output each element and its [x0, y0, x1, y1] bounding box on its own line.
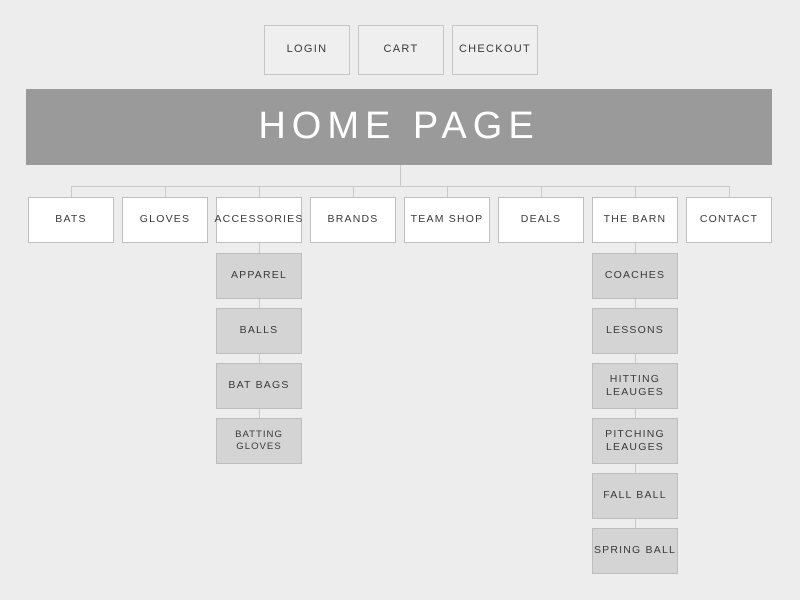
connector-hitting-pitching-leagues [635, 409, 636, 418]
nav-label: BATS [55, 213, 87, 226]
sub-box-fall-ball[interactable]: FALL BALL [592, 473, 678, 519]
sub-label-line1: HITTING [609, 372, 661, 385]
nav-label: ACCESSORIES [214, 213, 304, 226]
connector-drop-brands [353, 186, 354, 197]
connector-pitching-fall-ball [635, 464, 636, 473]
connector-balls-bat-bags [259, 354, 260, 363]
sub-label: BALLS [239, 324, 279, 337]
sub-label: PITCHING LEAUGES [605, 428, 665, 454]
sub-box-spring-ball[interactable]: SPRING BALL [592, 528, 678, 574]
nav-box-deals[interactable]: DEALS [498, 197, 584, 243]
utility-box-checkout[interactable]: CHECKOUT [452, 25, 538, 75]
connector-fall-spring-ball [635, 519, 636, 528]
connector-drop-the-barn [635, 186, 636, 197]
sub-label: APPAREL [230, 269, 288, 282]
connector-drop-contact [729, 186, 730, 197]
nav-box-team-shop[interactable]: TEAM SHOP [404, 197, 490, 243]
connector-accessories-apparel [259, 243, 260, 253]
nav-box-contact[interactable]: CONTACT [686, 197, 772, 243]
connector-bat-bags-batting-gloves [259, 409, 260, 418]
sub-label-line2: LEAUGES [605, 441, 664, 453]
sitemap-canvas: LOGIN CART CHECKOUT HOME PAGE BATS GLOVE… [0, 0, 800, 600]
sub-box-apparel[interactable]: APPAREL [216, 253, 302, 299]
nav-box-gloves[interactable]: GLOVES [122, 197, 208, 243]
sub-box-lessons[interactable]: LESSONS [592, 308, 678, 354]
connector-drop-team-shop [447, 186, 448, 197]
nav-label: GLOVES [139, 213, 191, 226]
connector-drop-bats [71, 186, 72, 197]
connector-barn-coaches [635, 243, 636, 253]
sub-label: BAT BAGS [228, 379, 290, 392]
connector-drop-deals [541, 186, 542, 197]
sub-label: FALL BALL [603, 489, 667, 502]
connector-coaches-lessons [635, 299, 636, 308]
connector-lessons-hitting-leagues [635, 354, 636, 363]
sub-label: LESSONS [605, 324, 664, 337]
connector-drop-gloves [165, 186, 166, 197]
sub-box-bat-bags[interactable]: BAT BAGS [216, 363, 302, 409]
sub-box-pitching-leagues[interactable]: PITCHING LEAUGES [592, 418, 678, 464]
sub-label: BATTING GLOVES [235, 429, 283, 452]
nav-label: BRANDS [327, 213, 379, 226]
utility-label: LOGIN [286, 43, 328, 56]
sub-box-hitting-leagues[interactable]: HITTING LEAUGES [592, 363, 678, 409]
sub-label-line1: PITCHING [605, 427, 665, 440]
sub-label: HITTING LEAUGES [606, 373, 664, 399]
nav-label: CONTACT [699, 213, 759, 226]
nav-box-bats[interactable]: BATS [28, 197, 114, 243]
nav-box-accessories[interactable]: ACCESSORIES [214, 197, 304, 243]
sub-label: COACHES [604, 269, 666, 282]
home-page-title: HOME PAGE [258, 105, 540, 148]
sub-label-line2: LEAUGES [605, 386, 664, 398]
nav-label: THE BARN [603, 213, 667, 226]
sub-box-coaches[interactable]: COACHES [592, 253, 678, 299]
utility-box-login[interactable]: LOGIN [264, 25, 350, 75]
nav-label: DEALS [520, 213, 562, 226]
connector-drop-accessories [259, 186, 260, 197]
nav-box-the-barn[interactable]: THE BARN [592, 197, 678, 243]
home-page-banner[interactable]: HOME PAGE [26, 89, 772, 165]
utility-box-cart[interactable]: CART [358, 25, 444, 75]
connector-nav-bus [71, 186, 730, 187]
connector-apparel-balls [259, 299, 260, 308]
connector-hero-stem [400, 165, 401, 186]
nav-label: TEAM SHOP [410, 213, 484, 226]
nav-box-brands[interactable]: BRANDS [310, 197, 396, 243]
utility-label: CHECKOUT [458, 43, 532, 56]
sub-box-balls[interactable]: BALLS [216, 308, 302, 354]
sub-label: SPRING BALL [593, 544, 677, 557]
sub-box-batting-gloves[interactable]: BATTING GLOVES [216, 418, 302, 464]
utility-label: CART [383, 43, 419, 56]
